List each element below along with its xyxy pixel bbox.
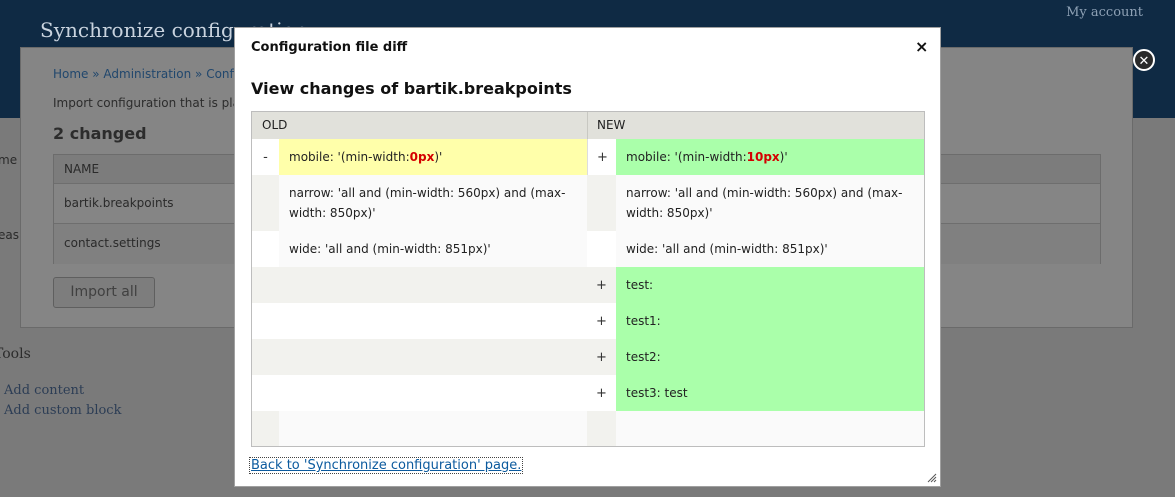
diff-heading: View changes of bartik.breakpoints <box>251 79 572 98</box>
added-marker: + <box>596 277 607 293</box>
line-text: )' <box>434 150 443 164</box>
context-line: narrow: 'all and (min-width: 560px) and … <box>279 175 587 231</box>
column-name-header: NAME <box>64 162 100 176</box>
tools-heading: Tools <box>0 346 31 362</box>
diff-table: OLD NEW - mobile: '(min-width: 0px)' + m… <box>251 111 925 447</box>
diff-row <box>252 411 924 446</box>
page-description: Import configuration that is pla <box>53 96 240 110</box>
added-marker: + <box>596 313 607 329</box>
diff-row: + test3: test <box>252 375 924 411</box>
diff-row: + test: <box>252 267 924 303</box>
diff-row: wide: 'all and (min-width: 851px)' wide:… <box>252 231 924 267</box>
diff-row: narrow: 'all and (min-width: 560px) and … <box>252 175 924 231</box>
empty-marker <box>252 411 279 446</box>
clipped-text: me <box>0 153 18 167</box>
added-marker: + <box>587 139 617 175</box>
context-line: wide: 'all and (min-width: 851px)' <box>279 231 587 267</box>
deleted-line: mobile: '(min-width: 0px)' <box>279 139 587 175</box>
context-line: narrow: 'all and (min-width: 560px) and … <box>616 175 924 231</box>
changed-count-heading: 2 changed <box>53 124 147 143</box>
import-all-button[interactable]: Import all <box>53 277 155 308</box>
clipped-text: eas <box>0 228 19 242</box>
deleted-word: 0px <box>409 150 435 164</box>
old-column-header: OLD <box>262 118 288 132</box>
added-line: test3: test <box>616 375 924 411</box>
added-marker: + <box>596 349 607 365</box>
diff-row: - mobile: '(min-width: 0px)' + mobile: '… <box>252 139 924 175</box>
empty-marker <box>587 175 616 231</box>
line-text: mobile: '(min-width: <box>289 150 410 164</box>
added-line: test: <box>616 267 924 303</box>
dialog-title: Configuration file diff <box>251 40 408 55</box>
empty-marker <box>587 411 616 446</box>
back-to-sync-link[interactable]: Back to 'Synchronize configuration' page… <box>248 457 524 474</box>
added-line: mobile: '(min-width: 10px)' <box>616 139 924 175</box>
added-line: test1: <box>616 303 924 339</box>
new-column-header: NEW <box>597 118 626 132</box>
diff-row: + test2: <box>252 339 924 375</box>
line-text: mobile: '(min-width: <box>626 150 747 164</box>
config-diff-dialog: Configuration file diff × View changes o… <box>234 27 941 487</box>
added-word: 10px <box>746 150 780 164</box>
added-line: test2: <box>616 339 924 375</box>
diff-row: + test1: <box>252 303 924 339</box>
breadcrumb[interactable]: Home » Administration » Configu <box>53 67 252 81</box>
deleted-marker: - <box>252 139 279 175</box>
config-name: bartik.breakpoints <box>64 196 174 210</box>
diff-header: OLD NEW <box>252 112 924 140</box>
overlay-close-icon[interactable]: ✕ <box>1133 49 1155 71</box>
empty-marker <box>252 175 279 231</box>
line-text: )' <box>779 150 788 164</box>
resize-handle-icon[interactable] <box>927 473 937 483</box>
context-line: wide: 'all and (min-width: 851px)' <box>616 231 924 267</box>
config-name: contact.settings <box>64 236 161 250</box>
close-icon[interactable]: × <box>915 37 928 56</box>
empty-marker <box>252 231 279 267</box>
add-custom-block-link[interactable]: Add custom block <box>4 403 121 418</box>
added-marker: + <box>596 385 607 401</box>
add-content-link[interactable]: Add content <box>4 383 84 398</box>
empty-marker <box>587 231 616 267</box>
my-account-link[interactable]: My account <box>1066 5 1143 20</box>
column-divider <box>587 112 588 139</box>
